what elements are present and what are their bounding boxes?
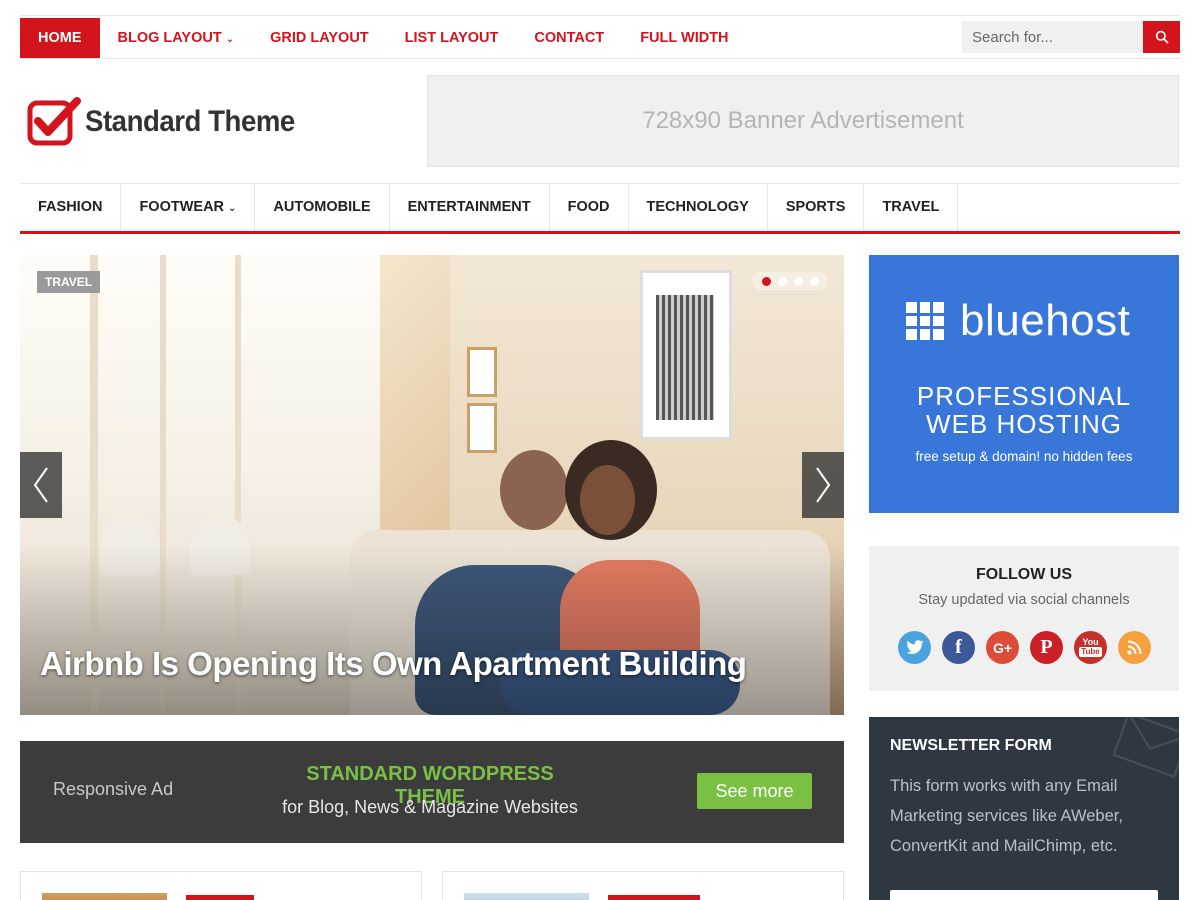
category-label: TRAVEL	[882, 199, 940, 215]
google-plus-icon[interactable]: G+	[986, 631, 1019, 664]
bluehost-brand: bluehost	[960, 296, 1131, 345]
top-menu: HOME BLOG LAYOUT ⌄ GRID LAYOUT LIST LAYOU…	[20, 18, 747, 58]
category-travel[interactable]: TRAVEL	[864, 184, 959, 231]
category-fashion[interactable]: FASHION	[20, 184, 122, 231]
menu-item-grid-layout[interactable]: GRID LAYOUT	[252, 18, 387, 58]
follow-us-widget: FOLLOW US Stay updated via social channe…	[869, 546, 1179, 691]
facebook-icon[interactable]: f	[942, 631, 975, 664]
post-category-badge[interactable]	[186, 895, 254, 900]
social-icons: f G+ P You Tube	[898, 631, 1151, 664]
post-category-badge[interactable]	[608, 895, 700, 900]
youtube-icon[interactable]: You Tube	[1074, 631, 1107, 664]
category-navigation: FASHION FOOTWEAR ⌄ AUTOMOBILE ENTERTAINME…	[20, 183, 1180, 234]
menu-item-label: CONTACT	[534, 30, 605, 46]
ad-subtitle: for Blog, News & Magazine Websites	[282, 797, 578, 817]
slider-dot[interactable]	[809, 276, 819, 286]
newsletter-email-field[interactable]	[890, 890, 1158, 900]
menu-item-label: BLOG LAYOUT	[117, 30, 222, 46]
checkbox-logo-icon	[27, 97, 81, 146]
category-label: SPORTS	[785, 199, 846, 215]
rss-icon[interactable]	[1118, 631, 1151, 664]
twitter-icon[interactable]	[898, 631, 931, 664]
top-navigation-bar: HOME BLOG LAYOUT ⌄ GRID LAYOUT LIST LAYOU…	[20, 15, 1180, 59]
widget-title: FOLLOW US	[976, 566, 1072, 583]
banner-text: 728x90 Banner Advertisement	[642, 107, 964, 134]
headline-line: WEB HOSTING	[926, 409, 1122, 439]
slider-dot[interactable]	[761, 276, 771, 286]
grid-icon	[906, 302, 944, 340]
widget-subtitle: Stay updated via social channels	[918, 592, 1130, 608]
slider-dot[interactable]	[777, 276, 787, 286]
pinterest-icon[interactable]: P	[1030, 631, 1063, 664]
ad-label: Responsive Ad	[53, 779, 174, 799]
site-title: Standard Theme	[85, 105, 295, 138]
slider-next-button[interactable]	[802, 452, 844, 518]
slider-prev-button[interactable]	[20, 452, 62, 518]
menu-item-home[interactable]: HOME	[20, 18, 100, 58]
small-frame	[467, 403, 497, 453]
chevron-down-icon: ⌄	[228, 203, 237, 214]
menu-item-label: FULL WIDTH	[640, 30, 729, 46]
bluehost-tagline: free setup & domain! no hidden fees	[915, 449, 1133, 464]
man-head	[500, 450, 568, 530]
bluehost-headline: PROFESSIONAL WEB HOSTING	[869, 382, 1179, 438]
newsletter-description: This form works with any Email Marketing…	[890, 777, 1123, 855]
bluehost-advertisement[interactable]: bluehost PROFESSIONAL WEB HOSTING free s…	[869, 255, 1179, 513]
category-label: FOOD	[567, 199, 610, 215]
menu-item-label: HOME	[38, 30, 82, 46]
chevron-down-icon: ⌄	[225, 34, 235, 45]
search-form	[962, 21, 1180, 53]
category-label: ENTERTAINMENT	[407, 199, 531, 215]
post-thumbnail[interactable]	[42, 893, 167, 900]
post-thumbnail[interactable]	[464, 893, 589, 900]
search-button[interactable]	[1143, 21, 1180, 53]
chevron-right-icon	[816, 467, 831, 503]
newsletter-widget: NEWSLETTER FORM This form works with any…	[869, 717, 1179, 900]
category-label: FOOTWEAR	[139, 199, 225, 215]
slide-title[interactable]: Airbnb Is Opening Its Own Apartment Buil…	[40, 645, 747, 683]
search-input[interactable]	[962, 21, 1143, 53]
headline-line: PROFESSIONAL	[916, 381, 1132, 411]
menu-item-list-layout[interactable]: LIST LAYOUT	[387, 18, 517, 58]
woman-face	[580, 465, 635, 535]
slider-dot[interactable]	[793, 276, 803, 286]
menu-item-contact[interactable]: CONTACT	[516, 18, 622, 58]
post-card[interactable]	[442, 871, 844, 900]
category-automobile[interactable]: AUTOMOBILE	[255, 184, 390, 231]
slide-category-tag[interactable]: TRAVEL	[37, 271, 101, 293]
bluehost-logo: bluehost	[906, 299, 1130, 343]
banner-advertisement[interactable]: 728x90 Banner Advertisement	[427, 75, 1179, 167]
category-label: FASHION	[38, 199, 103, 215]
slide-caption-shade	[20, 545, 844, 715]
featured-slider[interactable]: TRAVEL Airbnb Is Opening Its Own Apartme…	[20, 255, 844, 715]
post-card[interactable]	[20, 871, 422, 900]
search-icon	[1155, 30, 1168, 44]
widget-title: NEWSLETTER FORM	[890, 737, 1052, 754]
chevron-left-icon	[33, 467, 48, 503]
category-label: AUTOMOBILE	[273, 199, 371, 215]
menu-item-label: GRID LAYOUT	[270, 30, 369, 46]
responsive-ad[interactable]: Responsive Ad STANDARD WORDPRESS THEME f…	[20, 741, 844, 843]
category-technology[interactable]: TECHNOLOGY	[629, 184, 768, 231]
site-logo[interactable]: Standard Theme	[27, 97, 313, 147]
category-sports[interactable]: SPORTS	[768, 184, 865, 231]
wall-picture-art	[656, 295, 714, 420]
category-footwear[interactable]: FOOTWEAR ⌄	[121, 184, 256, 231]
menu-item-blog-layout[interactable]: BLOG LAYOUT ⌄	[100, 18, 253, 58]
category-entertainment[interactable]: ENTERTAINMENT	[390, 184, 550, 231]
category-label: TECHNOLOGY	[646, 199, 749, 215]
see-more-button[interactable]: See more	[697, 773, 812, 809]
slider-pagination	[752, 272, 828, 290]
menu-item-full-width[interactable]: FULL WIDTH	[622, 18, 746, 58]
menu-item-label: LIST LAYOUT	[404, 30, 499, 46]
category-food[interactable]: FOOD	[550, 184, 629, 231]
small-frame	[467, 347, 497, 397]
